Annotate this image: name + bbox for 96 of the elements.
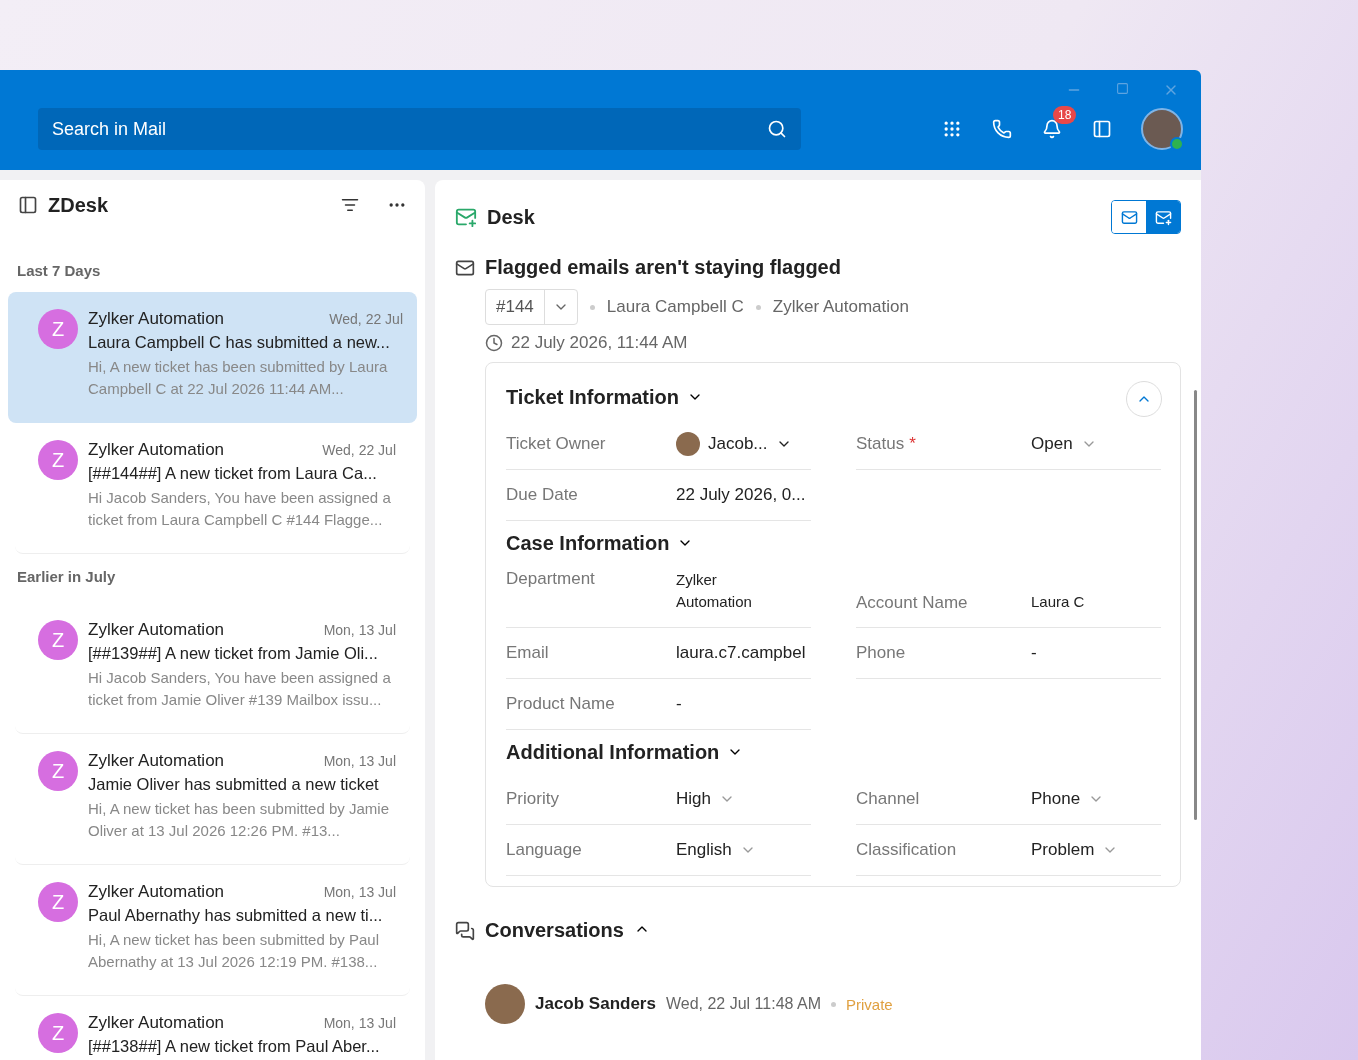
author-name: Jacob Sanders: [535, 994, 656, 1014]
search-icon[interactable]: [767, 119, 787, 139]
mail-date: Mon, 13 Jul: [323, 622, 396, 638]
sender-name: Zylker Automation: [88, 620, 225, 640]
filter-icon[interactable]: [341, 196, 359, 214]
message-time: Wed, 22 Jul 11:48 AM: [665, 995, 821, 1013]
field-label: Department: [506, 569, 596, 589]
notifications-button[interactable]: 18: [1027, 109, 1077, 149]
sender-avatar: Z: [38, 882, 78, 922]
mail-subject: [##144##] A new ticket from Laura Ca...: [88, 464, 378, 483]
field-value[interactable]: Phone: [1031, 787, 1081, 811]
desk-logo-icon: [455, 206, 477, 228]
field-value[interactable]: English: [676, 838, 732, 862]
desk-icon[interactable]: [1154, 208, 1172, 226]
dialpad-icon[interactable]: [942, 119, 962, 139]
mail-item[interactable]: Z Zylker Automation Mon, 13 Jul [##138##] A new ticket from Paul Aber...: [15, 996, 410, 1060]
field-value[interactable]: High: [676, 787, 711, 811]
phone-icon[interactable]: [992, 119, 1012, 139]
mail-subject: [##138##] A new ticket from Paul Aber...: [88, 1037, 381, 1056]
owner-avatar: [676, 432, 700, 456]
field-value[interactable]: Problem: [1031, 838, 1095, 862]
mail-icon[interactable]: [1120, 208, 1138, 226]
field-label: Phone: [856, 643, 907, 663]
clock-icon: [485, 334, 503, 352]
panel-title: Desk: [487, 205, 536, 229]
mail-date: Mon, 13 Jul: [323, 753, 396, 769]
field-label: Status *: [856, 434, 917, 454]
mail-date: Wed, 22 Jul: [322, 442, 396, 458]
folder-title: ZDesk: [48, 193, 110, 217]
sender-name: Zylker Automation: [88, 440, 225, 460]
mail-subject: [##139##] A new ticket from Jamie Oli...: [88, 644, 379, 663]
field-value: -: [676, 693, 682, 715]
sender-name: Zylker Automation: [88, 751, 225, 771]
panel-icon[interactable]: [1092, 119, 1112, 139]
desk-view-button[interactable]: [1146, 201, 1180, 233]
field-value: Zylker Automation: [676, 570, 753, 612]
sender-name: Zylker Automation: [88, 882, 225, 902]
field-value: laura.c7.campbel: [676, 642, 806, 664]
bell-icon[interactable]: [1042, 119, 1062, 139]
mail-subject: Laura Campbell C has submitted a new...: [88, 333, 391, 352]
mail-preview: Hi, A new ticket has been submitted by Jamie Oliver at 13 Jul 2026 12:26 PM. #13...: [88, 799, 390, 841]
mail-subject: Jamie Oliver has submitted a new ticket: [88, 775, 380, 794]
field-label: Due Date: [506, 485, 579, 505]
field-label: Product Name: [506, 694, 616, 714]
field-label: Email: [506, 643, 550, 663]
field-label: Priority: [506, 789, 560, 809]
sender-avatar: Z: [38, 751, 78, 791]
mail-preview: Hi, A new ticket has been submitted by Paul Abernathy at 13 Jul 2026 12:19 PM. #138...: [88, 930, 380, 972]
mail-preview: Hi, A new ticket has been submitted by Laura Campbell C at 22 Jul 2026 11:44 AM...: [88, 357, 389, 399]
scrollbar[interactable]: [1194, 390, 1197, 820]
field-label: Classification: [856, 840, 958, 860]
search-field[interactable]: Search in Mail: [38, 108, 801, 150]
section-title[interactable]: Additional Information: [506, 740, 720, 764]
field-value[interactable]: Open: [1031, 432, 1073, 456]
field-value: 22 July 2026, 0...: [676, 484, 806, 506]
sender-name: Zylker Automation: [88, 1013, 225, 1033]
sender-avatar: Z: [38, 620, 78, 660]
conversation-icon: [455, 920, 475, 941]
group-label: Earlier in July: [16, 568, 117, 585]
visibility-label: Private: [846, 995, 893, 1013]
mail-preview: Hi Jacob Sanders, You have been assigned a ticket from Laura Campbell C #144 Flagge...: [88, 488, 392, 530]
section-title[interactable]: Case Information: [506, 531, 670, 555]
contact-name: Laura Campbell C: [606, 297, 744, 317]
group-label: Last 7 Days: [16, 262, 102, 279]
mail-item[interactable]: Z Zylker Automation Mon, 13 Jul [##139##] A new ticket from Jamie Oli... Hi Jacob Sanders, You have been assigned a ticket from Jamie Oliver #139 Mailbox issu...: [15, 603, 410, 734]
mail-date: Mon, 13 Jul: [323, 1015, 396, 1031]
mail-date: Mon, 13 Jul: [323, 884, 396, 900]
sidebar-toggle-icon[interactable]: [18, 195, 38, 215]
sender-avatar: Z: [38, 309, 78, 349]
sender-avatar: Z: [38, 1013, 78, 1053]
search-input[interactable]: Search in Mail: [50, 117, 767, 141]
mail-preview: Hi Jacob Sanders, You have been assigned a ticket from Jamie Oliver #139 Mailbox issu...: [88, 668, 392, 710]
field-label: Account Name: [856, 593, 969, 613]
mail-subject: Paul Abernathy has submitted a new ti...: [88, 906, 384, 925]
mail-date: Wed, 22 Jul: [329, 311, 403, 327]
field-value: Laura C: [1031, 592, 1085, 612]
field-label: Ticket Owner: [506, 434, 607, 454]
section-title[interactable]: Conversations: [485, 919, 624, 942]
field-label: Language: [506, 840, 583, 860]
ticket-subject: Flagged emails aren't staying flagged: [485, 256, 841, 279]
sender-avatar: Z: [38, 440, 78, 480]
section-title[interactable]: Ticket Information: [506, 385, 679, 409]
profile-avatar[interactable]: [1141, 108, 1183, 150]
author-avatar: [485, 984, 525, 1024]
field-value: Jacob...: [708, 433, 768, 455]
field-value: -: [1031, 642, 1037, 664]
mail-item[interactable]: Z Zylker Automation Mon, 13 Jul Paul Abernathy has submitted a new ti... Hi, A new ticket has been submitted by Paul Abernathy at 13 Jul 2026 12:19 PM. #138...: [15, 865, 410, 996]
created-time: 22 July 2026, 11:44 AM: [511, 333, 688, 353]
ticket-number: #144: [486, 290, 545, 324]
mail-item[interactable]: Z Zylker Automation Wed, 22 Jul [##144##] A new ticket from Laura Ca... Hi Jacob Sanders, You have been assigned a ticket from Laura Campbell C #144 Flagge...: [15, 423, 410, 554]
mail-item[interactable]: Z Zylker Automation Mon, 13 Jul Jamie Oliver has submitted a new ticket Hi, A new ticket has been submitted by Jamie Oliver at 13 Jul 2026 12:26 PM. #13...: [15, 734, 410, 865]
mail-item[interactable]: Z Zylker Automation Wed, 22 Jul Laura Campbell C has submitted a new... Hi, A new ticket has been submitted by Laura Campbell C at 22 Jul 2026 11:44 AM...: [8, 292, 417, 423]
field-label: Channel: [856, 789, 921, 809]
account-name: Zylker Automation: [772, 297, 909, 317]
sender-name: Zylker Automation: [88, 309, 225, 329]
notification-count: 18: [1053, 106, 1077, 124]
